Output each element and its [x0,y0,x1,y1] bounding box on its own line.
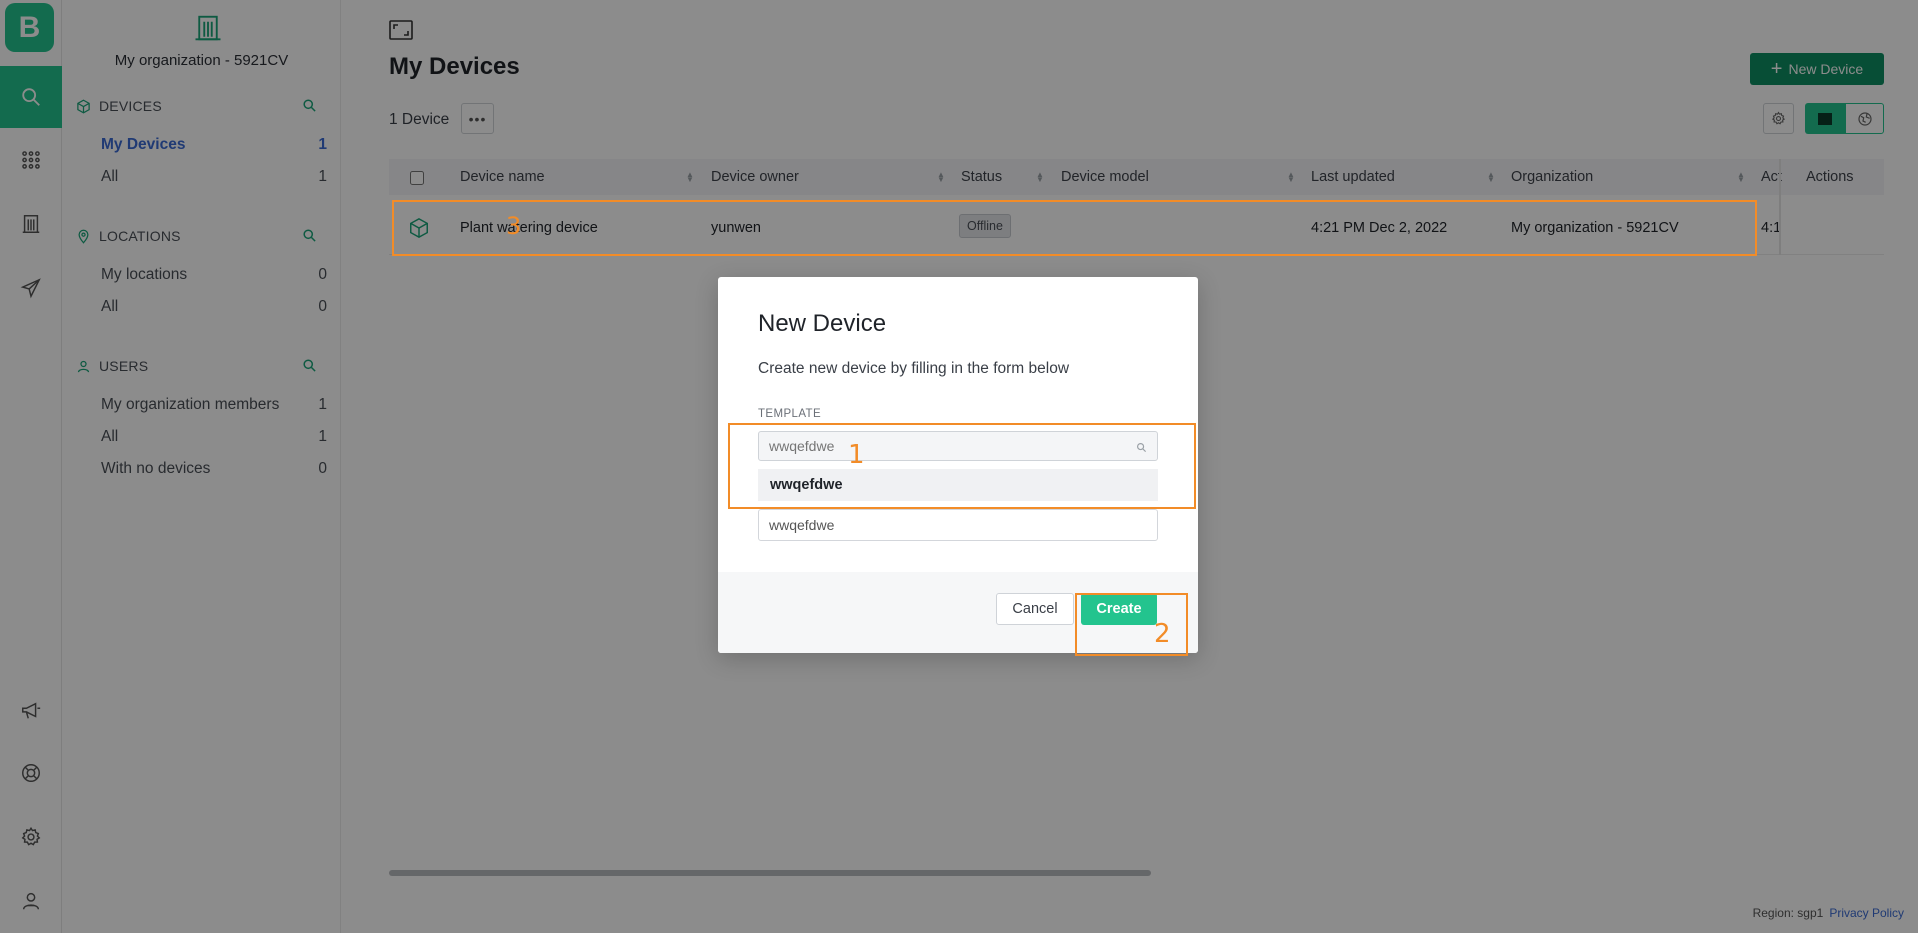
template-label: TEMPLATE [758,408,822,420]
annotation-number-3: 3 [506,212,522,240]
modal-description: Create new device by filling in the form… [758,360,1070,377]
cancel-button[interactable]: Cancel [996,593,1074,625]
template-search-input[interactable] [758,431,1158,461]
modal-footer: Cancel Create [718,572,1198,653]
app-root: B My organization - 5921CV DEVICES My De… [0,0,1918,933]
search-icon [1136,440,1147,458]
modal-title: New Device [758,310,887,337]
template-option[interactable]: wwqefdwe [758,469,1158,501]
new-device-modal: New Device Create new device by filling … [718,277,1198,653]
annotation-number-1: 1 [848,440,865,470]
annotation-number-2: 2 [1154,619,1171,649]
create-button[interactable]: Create [1081,593,1157,625]
device-name-field[interactable] [758,509,1158,541]
